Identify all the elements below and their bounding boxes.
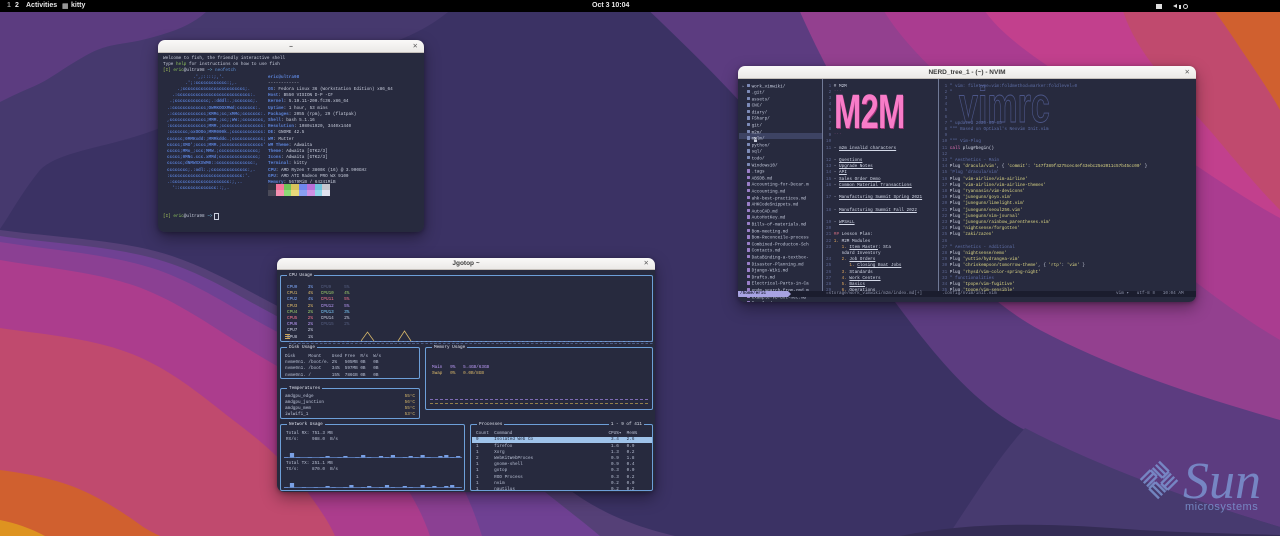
svg-text:microsystems: microsystems xyxy=(1185,501,1258,513)
